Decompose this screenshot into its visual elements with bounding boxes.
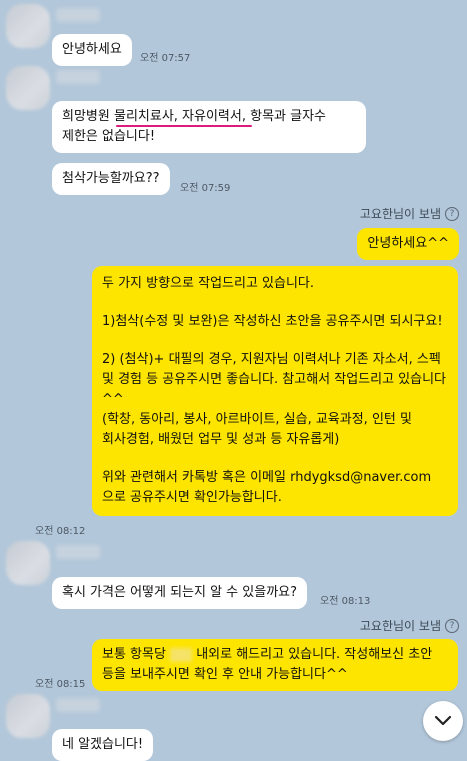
sender-label: 고요한님이 보냄 ? xyxy=(360,617,459,634)
sender-label: 고요한님이 보냄 ? xyxy=(360,205,459,222)
message-bubble-received[interactable]: 첨삭가능할까요?? xyxy=(52,163,170,195)
message-time: 오전 07:59 xyxy=(180,183,231,194)
message-time: 오전 08:12 xyxy=(35,526,86,537)
avatar[interactable] xyxy=(6,4,50,48)
sender-name-blurred xyxy=(56,70,100,84)
highlight-underline xyxy=(116,125,252,127)
message-text: 희망병원 xyxy=(62,109,114,124)
message-paragraph: 두 가지 방향으로 작업드리고 있습니다. xyxy=(102,276,315,291)
chevron-down-icon xyxy=(434,715,452,726)
avatar[interactable] xyxy=(6,541,50,585)
avatar[interactable] xyxy=(6,66,50,110)
message-bubble-received[interactable]: 혹시 가격은 어떻게 되는지 알 수 있을까요? xyxy=(52,577,308,609)
sender-name-blurred xyxy=(56,8,100,22)
sender-label-text: 고요한님이 보냄 xyxy=(359,207,441,221)
message-paragraph: 2) (첨삭)+ 대필의 경우, 지원자님 이력서나 기존 자소서, 스펙 및 … xyxy=(102,352,447,447)
message-bubble-sent[interactable]: 보통 항목당 내외로 해드리고 있습니다. 작성해보신 초안 등을 보내주시면 … xyxy=(92,639,458,691)
highlighted-text: 물리치료사, 자유이력서 xyxy=(113,109,242,124)
help-icon[interactable]: ? xyxy=(445,206,459,221)
message-paragraph: 1)첨삭(수정 및 보완)은 작성하신 초안을 공유주시면 되시구요! xyxy=(102,314,443,329)
message-bubble-received[interactable]: 희망병원 물리치료사, 자유이력서, 항목과 글자수 제한은 없습니다! xyxy=(52,101,366,153)
message-bubble-received[interactable]: 네 알겠습니다! xyxy=(52,729,154,761)
message-time: 오전 07:57 xyxy=(140,53,191,64)
sender-name-blurred xyxy=(56,545,100,559)
scroll-down-button[interactable] xyxy=(423,701,463,741)
help-icon[interactable]: ? xyxy=(445,618,459,633)
sender-name-blurred xyxy=(56,698,100,712)
message-time: 오전 08:13 xyxy=(320,596,371,607)
message-time: 오전 08:15 xyxy=(35,679,86,690)
message-text: 보통 항목당 xyxy=(102,647,171,662)
message-bubble-received[interactable]: 안녕하세요 xyxy=(52,34,132,66)
redacted-price xyxy=(170,647,193,662)
avatar[interactable] xyxy=(6,694,50,738)
message-bubble-sent[interactable]: 안녕하세요^^ xyxy=(357,228,459,260)
sender-label-text: 고요한님이 보냄 xyxy=(359,619,441,633)
message-bubble-sent[interactable]: 두 가지 방향으로 작업드리고 있습니다. 1)첨삭(수정 및 보완)은 작성하… xyxy=(92,266,458,516)
message-paragraph: 위와 관련해서 카톡방 혹은 이메일 rhdygksd@naver.com 으로… xyxy=(102,470,432,505)
